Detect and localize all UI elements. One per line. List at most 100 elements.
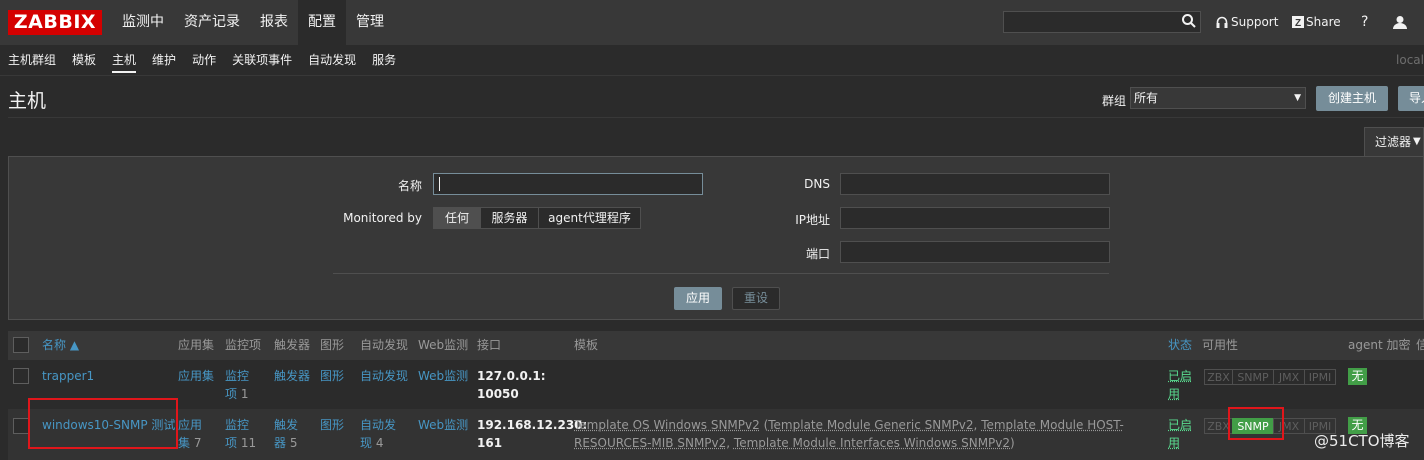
- host-apps-count: 7: [193, 436, 202, 450]
- monitored-by-server[interactable]: 服务器: [480, 207, 539, 229]
- host-apps-link[interactable]: 应用集: [178, 368, 214, 385]
- ip-filter-input[interactable]: [840, 207, 1110, 229]
- filter-tab-label: 过滤器: [1375, 135, 1412, 149]
- filter-apply-button[interactable]: 应用: [674, 287, 722, 310]
- ip-filter-label: IP地址: [795, 213, 830, 227]
- menu-item-configuration[interactable]: 配置: [298, 0, 346, 45]
- host-items-link-cont[interactable]: 项: [225, 436, 237, 450]
- top-navigation-bar: ZABBIX 监测中 资产记录 报表 配置 管理 Support Z Share…: [0, 0, 1424, 45]
- template-comma: ,: [726, 436, 734, 450]
- import-button[interactable]: 导入: [1398, 86, 1424, 111]
- submenu-templates[interactable]: 模板: [64, 45, 104, 75]
- template-link-generic[interactable]: Template Module Generic SNMPv2: [768, 418, 973, 432]
- filter-tab[interactable]: 过滤器 ▼: [1364, 127, 1424, 157]
- host-status-link-cont[interactable]: 用: [1168, 435, 1180, 452]
- highlight-box-snmp: [1228, 407, 1284, 440]
- host-apps-link-cont[interactable]: 集: [178, 436, 190, 450]
- submenu-hosts[interactable]: 主机: [104, 45, 144, 75]
- host-triggers-link[interactable]: 触发: [274, 417, 298, 434]
- submenu-host-groups[interactable]: 主机群组: [0, 45, 64, 75]
- host-web-link[interactable]: Web监测: [418, 417, 468, 434]
- text-cursor: [439, 177, 440, 191]
- host-discovery-link-cont[interactable]: 现: [360, 436, 372, 450]
- support-link[interactable]: Support: [1231, 0, 1278, 45]
- column-availability: 可用性: [1202, 338, 1239, 352]
- row-select-checkbox[interactable]: [13, 368, 29, 384]
- host-discovery-link[interactable]: 自动发: [360, 417, 396, 434]
- availability-zbx: ZBX: [1204, 369, 1233, 385]
- host-status-link-cont[interactable]: 用: [1168, 386, 1180, 403]
- column-name-sort[interactable]: 名称 ▲: [42, 337, 79, 354]
- host-items-link-cont[interactable]: 项: [225, 387, 237, 401]
- chevron-down-icon: ▼: [1294, 93, 1301, 103]
- host-discovery-link[interactable]: 自动发现: [360, 368, 408, 385]
- templates-line-2: RESOURCES-MIB SNMPv2, Template Module In…: [574, 435, 1015, 452]
- host-apps-link[interactable]: 应用: [178, 417, 202, 434]
- port-filter-input[interactable]: [840, 241, 1110, 263]
- column-triggers: 触发器: [274, 338, 311, 352]
- menu-item-reports[interactable]: 报表: [250, 0, 298, 45]
- submenu-discovery[interactable]: 自动发现: [300, 45, 364, 75]
- share-icon: Z: [1292, 16, 1304, 28]
- hosts-table: 名称 ▲ 应用集 监控项 触发器 图形 自动发现 Web监测 接口 模板 状态 …: [8, 331, 1424, 460]
- highlight-box-host-name: [28, 398, 178, 449]
- svg-text:Z: Z: [1295, 18, 1301, 28]
- menu-item-administration[interactable]: 管理: [346, 0, 394, 45]
- monitored-by-label: Monitored by: [343, 211, 422, 225]
- zabbix-logo[interactable]: ZABBIX: [8, 10, 102, 35]
- template-link-main[interactable]: Template OS Windows SNMPv2: [574, 418, 760, 432]
- host-triggers-link-cont[interactable]: 器: [274, 436, 286, 450]
- column-agent-encryption: agent 加密: [1348, 338, 1411, 352]
- create-host-button[interactable]: 创建主机: [1316, 86, 1388, 111]
- dns-filter-input[interactable]: [840, 173, 1110, 195]
- monitored-by-proxy[interactable]: agent代理程序: [538, 207, 641, 229]
- column-templates: 模板: [574, 338, 599, 352]
- submenu-services[interactable]: 服务: [364, 45, 404, 75]
- host-status-link[interactable]: 已启: [1168, 368, 1192, 385]
- filter-reset-button[interactable]: 重设: [732, 287, 780, 310]
- server-name: local: [1396, 53, 1424, 67]
- share-link[interactable]: Share: [1306, 0, 1341, 45]
- host-interface-port: 161: [477, 436, 503, 450]
- column-info: 信: [1416, 338, 1424, 352]
- filter-chevron-icon: ▼: [1413, 136, 1421, 147]
- dns-filter-label: DNS: [804, 177, 830, 191]
- host-name-link[interactable]: trapper1: [42, 368, 94, 385]
- row-select-checkbox[interactable]: [13, 418, 29, 434]
- column-status-sort[interactable]: 状态: [1168, 337, 1192, 354]
- host-graphs-link[interactable]: 图形: [320, 417, 344, 434]
- submenu-correlation[interactable]: 关联项事件: [224, 45, 300, 75]
- group-select[interactable]: 所有 ▼: [1130, 87, 1306, 109]
- column-items: 监控项: [225, 338, 262, 352]
- group-label: 群组: [1102, 94, 1127, 108]
- host-interface: 192.168.12.230:: [477, 418, 588, 432]
- search-input[interactable]: [1003, 11, 1201, 33]
- host-triggers-count: 5: [289, 436, 298, 450]
- name-filter-input[interactable]: [433, 173, 703, 195]
- templates-line-1: Template OS Windows SNMPv2 (Template Mod…: [574, 417, 1124, 434]
- menu-item-monitoring[interactable]: 监测中: [112, 0, 174, 45]
- menu-item-inventory[interactable]: 资产记录: [174, 0, 250, 45]
- host-items-link[interactable]: 监控: [225, 368, 249, 385]
- monitored-by-any[interactable]: 任何: [433, 207, 481, 229]
- search-icon[interactable]: [1181, 13, 1197, 29]
- encryption-none-badge: 无: [1348, 368, 1367, 385]
- user-profile-icon[interactable]: [1393, 15, 1407, 29]
- host-graphs-link[interactable]: 图形: [320, 368, 344, 385]
- host-items-link[interactable]: 监控: [225, 417, 249, 434]
- port-filter-label: 端口: [805, 247, 830, 261]
- template-link-interfaces[interactable]: Template Module Interfaces Windows SNMPv…: [734, 436, 1010, 450]
- host-triggers-link[interactable]: 触发器: [274, 368, 310, 385]
- host-interface-port: 10050: [477, 387, 519, 401]
- submenu-actions[interactable]: 动作: [184, 45, 224, 75]
- select-all-checkbox[interactable]: [13, 337, 29, 353]
- template-link-host-resources[interactable]: Template Module HOST-: [981, 418, 1124, 432]
- header-divider: [8, 117, 1424, 118]
- host-status-link[interactable]: 已启: [1168, 417, 1192, 434]
- submenu-maintenance[interactable]: 维护: [144, 45, 184, 75]
- host-web-link[interactable]: Web监测: [418, 368, 468, 385]
- template-link-host-resources-cont[interactable]: RESOURCES-MIB SNMPv2: [574, 436, 726, 450]
- group-select-value: 所有: [1134, 91, 1159, 105]
- help-icon[interactable]: ?: [1361, 0, 1368, 45]
- watermark-text: @51CTO博客: [1314, 432, 1410, 450]
